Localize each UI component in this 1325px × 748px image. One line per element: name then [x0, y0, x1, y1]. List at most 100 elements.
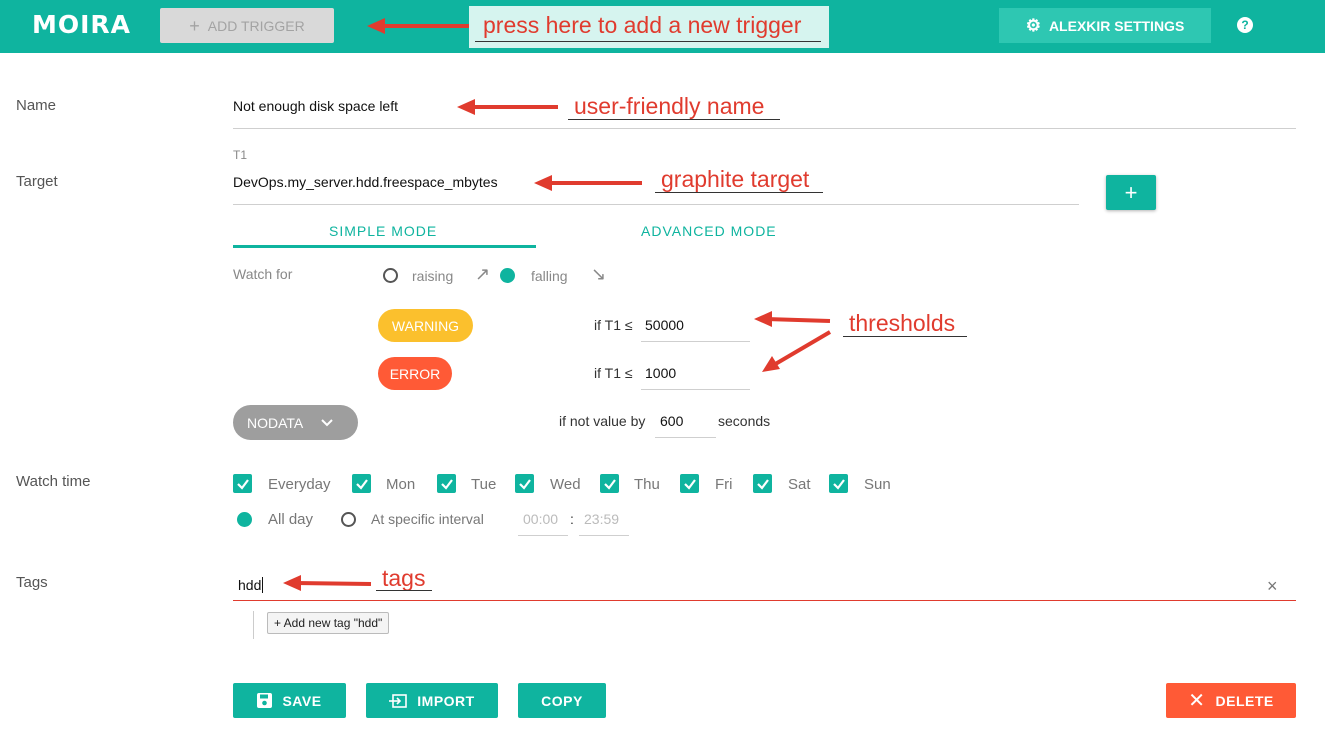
callout-tags: tags	[382, 565, 426, 591]
day-checkbox-sat[interactable]	[753, 474, 772, 493]
check-icon	[355, 478, 368, 490]
time-from-underline	[518, 535, 568, 536]
clear-tags-icon[interactable]: ×	[1267, 576, 1278, 597]
callout-underline	[376, 590, 432, 591]
help-icon[interactable]: ?	[1237, 17, 1253, 33]
tags-input[interactable]: hdd	[238, 577, 264, 593]
plus-icon: +	[189, 15, 200, 36]
suggestion-divider	[253, 611, 254, 639]
target-input[interactable]: DevOps.my_server.hdd.freespace_mbytes	[233, 174, 498, 190]
all-day-radio[interactable]	[237, 512, 252, 527]
callout-underline	[568, 119, 780, 120]
error-condition: if T1 ≤	[594, 365, 633, 381]
day-checkbox-sun[interactable]	[829, 474, 848, 493]
specific-interval-radio[interactable]	[341, 512, 356, 527]
watch-time-label: Watch time	[16, 473, 91, 490]
arrow-icon	[283, 575, 372, 591]
error-badge: ERROR	[378, 357, 452, 390]
target-tag: T1	[233, 148, 248, 162]
add-trigger-label: ADD TRIGGER	[207, 17, 305, 34]
add-target-button[interactable]: +	[1106, 175, 1156, 210]
add-tag-suggestion[interactable]: + Add new tag "hdd"	[267, 612, 390, 634]
day-label-mon: Mon	[386, 476, 416, 493]
check-icon	[236, 478, 249, 490]
check-icon	[518, 478, 531, 490]
check-icon	[756, 478, 769, 490]
time-separator: :	[570, 511, 574, 527]
delete-button[interactable]: ✕ DELETE	[1166, 683, 1296, 718]
time-to-underline	[579, 535, 629, 536]
target-underline	[233, 204, 1079, 205]
callout-underline	[475, 41, 821, 42]
time-to-input[interactable]: 23:59	[584, 511, 619, 527]
day-label-tue: Tue	[471, 476, 497, 493]
nodata-label: NODATA	[247, 414, 304, 431]
raising-label: raising	[412, 268, 454, 284]
tags-label: Tags	[16, 574, 48, 591]
day-checkbox-wed[interactable]	[515, 474, 534, 493]
error-threshold-input[interactable]: 1000	[645, 365, 676, 381]
target-label: Target	[16, 173, 58, 190]
name-underline	[233, 128, 1296, 129]
day-label-wed: Wed	[550, 476, 581, 493]
name-label: Name	[16, 97, 57, 114]
callout-underline	[843, 336, 967, 337]
import-icon	[389, 693, 408, 708]
nodata-dropdown[interactable]: NODATA	[233, 405, 358, 440]
day-checkbox-everyday[interactable]	[233, 474, 252, 493]
moira-logo[interactable]: MOIRA	[32, 10, 131, 39]
import-button[interactable]: IMPORT	[366, 683, 498, 718]
arrow-down-right-icon: ↘	[591, 264, 607, 284]
day-checkbox-fri[interactable]	[680, 474, 699, 493]
warning-badge: WARNING	[378, 309, 473, 342]
raising-radio[interactable]	[383, 268, 398, 283]
check-icon	[683, 478, 696, 490]
save-button[interactable]: SAVE	[233, 683, 346, 718]
arrow-icon	[754, 311, 831, 327]
nodata-prefix: if not value by	[559, 413, 646, 429]
nodata-seconds-input[interactable]: 600	[660, 413, 683, 429]
chevron-down-icon	[321, 418, 333, 426]
day-checkbox-thu[interactable]	[600, 474, 619, 493]
warning-threshold-input[interactable]: 50000	[645, 317, 684, 333]
time-from-input[interactable]: 00:00	[523, 511, 558, 527]
copy-label: COPY	[541, 692, 583, 709]
check-icon	[832, 478, 845, 490]
day-checkbox-mon[interactable]	[352, 474, 371, 493]
error-underline	[641, 389, 750, 390]
copy-button[interactable]: COPY	[518, 683, 606, 718]
day-label-thu: Thu	[634, 476, 660, 493]
callout-target: graphite target	[661, 166, 810, 192]
arrow-icon	[367, 18, 473, 34]
callout-name: user-friendly name	[574, 93, 765, 119]
check-icon	[603, 478, 616, 490]
falling-radio[interactable]	[500, 268, 515, 283]
name-input[interactable]: Not enough disk space left	[233, 98, 398, 114]
settings-label: ALEXKIR SETTINGS	[1048, 17, 1185, 34]
import-label: IMPORT	[417, 692, 475, 709]
save-label: SAVE	[282, 692, 322, 709]
tab-active-indicator	[233, 245, 536, 248]
specific-interval-label: At specific interval	[371, 511, 484, 527]
nodata-suffix: seconds	[718, 413, 771, 429]
gear-icon: ⚙	[1025, 16, 1041, 35]
nodata-underline	[655, 437, 716, 438]
settings-button[interactable]: ⚙ ALEXKIR SETTINGS	[999, 8, 1211, 43]
arrow-icon	[534, 175, 642, 191]
tags-underline	[233, 600, 1296, 601]
arrow-up-right-icon: ↗	[475, 264, 491, 284]
arrow-icon	[762, 330, 832, 372]
warning-underline	[641, 341, 750, 342]
tab-simple-mode[interactable]: SIMPLE MODE	[329, 223, 437, 239]
day-label-fri: Fri	[715, 476, 733, 493]
callout-underline	[655, 192, 823, 193]
watch-for-label: Watch for	[233, 266, 293, 282]
day-label-sat: Sat	[788, 476, 811, 493]
save-icon	[257, 693, 273, 708]
day-checkbox-tue[interactable]	[437, 474, 456, 493]
day-label-everyday: Everyday	[268, 476, 331, 493]
day-label-sun: Sun	[864, 476, 891, 493]
add-trigger-button[interactable]: + ADD TRIGGER	[160, 8, 334, 43]
plus-icon: +	[1124, 179, 1138, 205]
tab-advanced-mode[interactable]: ADVANCED MODE	[641, 223, 777, 239]
